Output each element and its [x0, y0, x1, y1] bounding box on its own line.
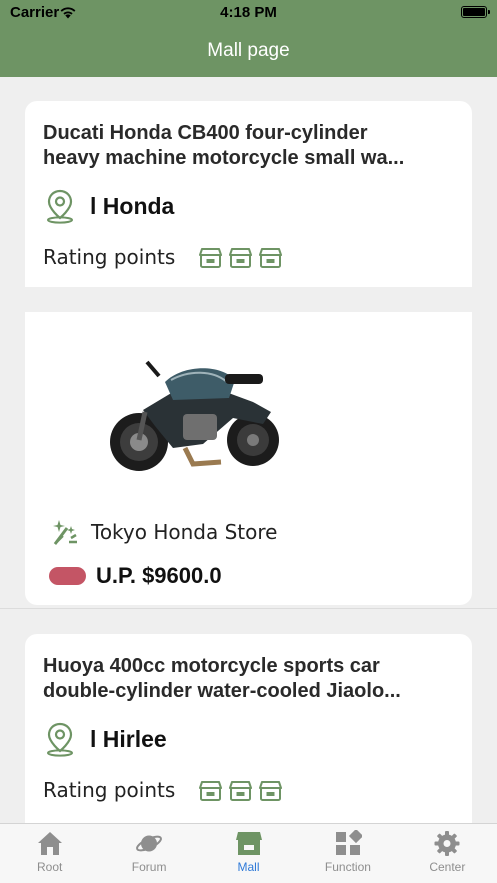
- tab-function[interactable]: Function: [298, 824, 397, 883]
- price-label: U.P. $9600.0: [96, 563, 222, 588]
- product-title: Ducati Honda CB400 four-cylinder heavy m…: [43, 121, 453, 171]
- brand-name: l Honda: [90, 192, 175, 219]
- tab-label: Forum: [131, 860, 167, 874]
- store-icon: [235, 832, 262, 855]
- grid-icon: [335, 830, 362, 855]
- price-row: U.P. $9600.0: [49, 563, 222, 589]
- home-icon: [37, 832, 62, 855]
- rating-row: Rating points: [43, 778, 289, 802]
- battery-icon: [461, 6, 490, 18]
- product-title-line-1: Ducati Honda CB400 four-cylinder: [43, 122, 368, 144]
- store-name: Tokyo Honda Store: [91, 520, 278, 544]
- gear-icon: [434, 831, 460, 856]
- tab-label: Center: [429, 860, 466, 874]
- rating-row: Rating points: [43, 245, 289, 269]
- product-card[interactable]: Huoya 400cc motorcycle sports car double…: [25, 634, 472, 823]
- store-rating-icon: [229, 247, 253, 268]
- product-card[interactable]: Ducati Honda CB400 four-cylinder heavy m…: [25, 101, 472, 287]
- header-bar: Carrier 4:18 PM Mall page: [0, 0, 497, 77]
- tab-forum[interactable]: Forum: [99, 824, 198, 883]
- price-badge: [49, 567, 86, 585]
- rating-label: Rating points: [43, 245, 176, 269]
- tab-label: Root: [37, 860, 63, 874]
- clock: 4:18 PM: [220, 4, 277, 21]
- store-rating-icon: [199, 780, 223, 801]
- sparkle-icon: [53, 520, 77, 545]
- brand-name: l Hirlee: [90, 725, 167, 752]
- store-rating-icon: [199, 247, 223, 268]
- rating-stars: [199, 247, 289, 268]
- location-pin-icon: [47, 189, 73, 224]
- location-pin-icon: [47, 722, 73, 757]
- status-bar: Carrier 4:18 PM: [0, 0, 497, 26]
- tab-root[interactable]: Root: [0, 824, 99, 883]
- store-rating-icon: [259, 780, 283, 801]
- planet-icon: [136, 835, 163, 852]
- tab-label: Function: [324, 860, 371, 874]
- product-title-line-2: double-cylinder water-cooled Jiaolo...: [43, 680, 401, 702]
- tab-label: Mall: [237, 860, 260, 874]
- rating-stars: [199, 780, 289, 801]
- page-title: Mall page: [207, 40, 290, 61]
- brand-row: l Honda: [43, 188, 174, 224]
- tab-center[interactable]: Center: [398, 824, 497, 883]
- brand-row: l Hirlee: [43, 721, 167, 757]
- store-row: Tokyo Honda Store: [49, 516, 277, 548]
- product-title: Huoya 400cc motorcycle sports car double…: [43, 654, 453, 704]
- motorcycle-image: [110, 360, 279, 471]
- section-divider: [0, 608, 497, 609]
- tab-mall[interactable]: Mall: [199, 824, 298, 883]
- featured-product-card[interactable]: Tokyo Honda Store U.P. $9600.0: [25, 312, 472, 605]
- product-title-line-2: heavy machine motorcycle small wa...: [43, 147, 405, 169]
- tab-bar: Root Forum Mall Function Center: [0, 823, 497, 883]
- store-rating-icon: [259, 247, 283, 268]
- store-rating-icon: [229, 780, 253, 801]
- rating-label: Rating points: [43, 778, 176, 802]
- product-title-line-1: Huoya 400cc motorcycle sports car: [43, 655, 380, 677]
